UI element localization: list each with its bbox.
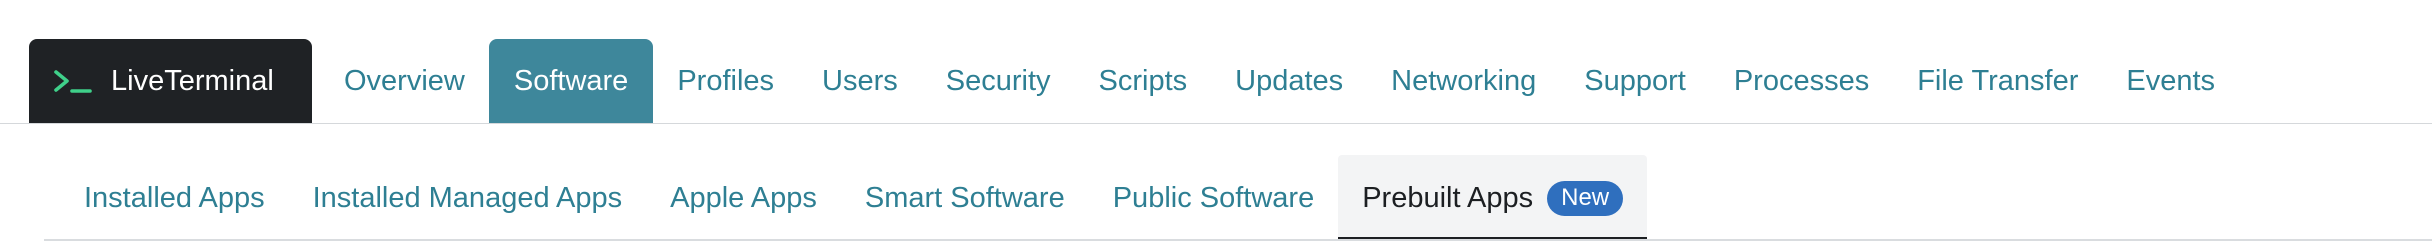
device-detail-header: LiveTerminal Overview Software Profiles … bbox=[0, 0, 2432, 252]
primary-tabs: LiveTerminal Overview Software Profiles … bbox=[29, 39, 2239, 123]
tab-label: Overview bbox=[344, 64, 465, 97]
tab-label: Events bbox=[2126, 64, 2216, 97]
subtab-label: Prebuilt Apps bbox=[1362, 181, 1534, 214]
live-terminal-button[interactable]: LiveTerminal bbox=[29, 39, 312, 123]
tab-updates[interactable]: Updates bbox=[1211, 39, 1367, 123]
tab-label: Networking bbox=[1391, 64, 1537, 97]
subtab-smart-software[interactable]: Smart Software bbox=[841, 155, 1089, 241]
tab-file-transfer[interactable]: File Transfer bbox=[1893, 39, 2102, 123]
tab-label: Security bbox=[945, 64, 1051, 97]
tab-label: Software bbox=[513, 64, 629, 97]
primary-nav: LiveTerminal Overview Software Profiles … bbox=[0, 0, 2432, 124]
subtab-label: Smart Software bbox=[864, 181, 1065, 214]
tab-label: Profiles bbox=[677, 64, 775, 97]
tab-events[interactable]: Events bbox=[2102, 39, 2239, 123]
tab-label: Updates bbox=[1235, 64, 1344, 97]
subnav-divider bbox=[44, 239, 2432, 241]
tab-label: Support bbox=[1584, 64, 1686, 97]
terminal-prompt-icon bbox=[54, 70, 92, 93]
tab-label: Users bbox=[822, 64, 898, 97]
software-subnav: Installed Apps Installed Managed Apps Ap… bbox=[0, 124, 2432, 252]
tab-scripts[interactable]: Scripts bbox=[1075, 39, 1212, 123]
tab-processes[interactable]: Processes bbox=[1710, 39, 1893, 123]
tab-label: Processes bbox=[1733, 64, 1870, 97]
new-badge: New bbox=[1547, 180, 1624, 216]
subtab-label: Installed Managed Apps bbox=[312, 181, 623, 214]
tab-support[interactable]: Support bbox=[1560, 39, 1710, 123]
subtab-label: Installed Apps bbox=[84, 181, 265, 214]
tab-overview[interactable]: Overview bbox=[320, 39, 489, 123]
subtab-public-software[interactable]: Public Software bbox=[1089, 155, 1339, 241]
tab-label: Scripts bbox=[1098, 64, 1188, 97]
subtab-label: Public Software bbox=[1112, 181, 1315, 214]
tab-profiles[interactable]: Profiles bbox=[653, 39, 798, 123]
tab-users[interactable]: Users bbox=[798, 39, 922, 123]
tab-software[interactable]: Software bbox=[488, 39, 654, 123]
tab-networking[interactable]: Networking bbox=[1367, 39, 1560, 123]
subtab-label: Apple Apps bbox=[670, 181, 817, 214]
software-subtabs: Installed Apps Installed Managed Apps Ap… bbox=[60, 155, 1648, 241]
subtab-prebuilt-apps[interactable]: Prebuilt Apps New bbox=[1338, 155, 1648, 241]
subtab-apple-apps[interactable]: Apple Apps bbox=[646, 155, 841, 241]
tab-label: File Transfer bbox=[1917, 64, 2079, 97]
subtab-installed-managed-apps[interactable]: Installed Managed Apps bbox=[289, 155, 647, 241]
tab-security[interactable]: Security bbox=[922, 39, 1075, 123]
subtab-installed-apps[interactable]: Installed Apps bbox=[60, 155, 289, 241]
live-terminal-label: LiveTerminal bbox=[111, 64, 274, 97]
